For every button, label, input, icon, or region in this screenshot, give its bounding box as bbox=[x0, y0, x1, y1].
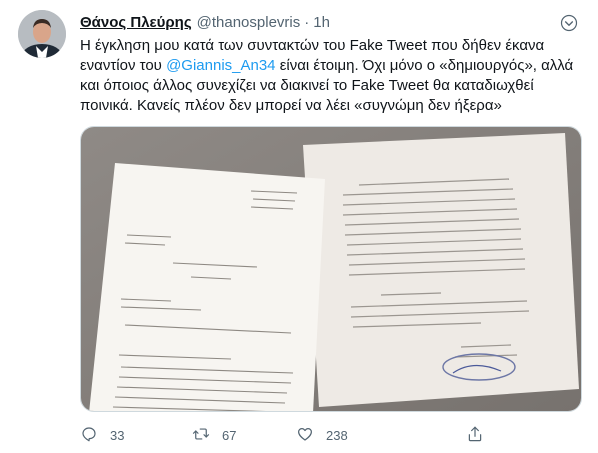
like-icon bbox=[296, 425, 314, 446]
mention-link[interactable]: @Giannis_An34 bbox=[166, 57, 275, 74]
retweet-count: 67 bbox=[222, 427, 237, 443]
retweet-button[interactable]: 67 bbox=[192, 424, 236, 446]
tweet[interactable]: Θάνος Πλεύρης @thanosplevris · 1h Η έγκλ… bbox=[0, 0, 598, 453]
retweet-icon bbox=[192, 425, 210, 446]
user-handle[interactable]: @thanosplevris bbox=[197, 14, 301, 31]
document-left bbox=[89, 163, 325, 411]
tweet-media-photo[interactable] bbox=[80, 126, 582, 412]
like-count: 238 bbox=[326, 427, 348, 443]
like-button[interactable]: 238 bbox=[296, 424, 348, 446]
reply-count: 33 bbox=[110, 427, 125, 443]
document-right bbox=[303, 133, 579, 407]
avatar-image bbox=[18, 10, 66, 58]
timestamp[interactable]: 1h bbox=[313, 14, 330, 31]
document-photo bbox=[81, 127, 581, 411]
tweet-text: Η έγκληση μου κατά των συντακτών του Fak… bbox=[80, 36, 590, 116]
separator-dot: · bbox=[304, 13, 310, 31]
share-button[interactable] bbox=[466, 424, 484, 446]
share-icon bbox=[466, 425, 484, 446]
display-name[interactable]: Θάνος Πλεύρης bbox=[80, 14, 192, 31]
more-icon[interactable] bbox=[560, 14, 578, 32]
tweet-actions: 33 67 238 bbox=[80, 424, 500, 446]
avatar[interactable] bbox=[18, 10, 66, 58]
tweet-header: Θάνος Πλεύρης @thanosplevris · 1h bbox=[80, 12, 330, 32]
reply-button[interactable]: 33 bbox=[80, 424, 124, 446]
reply-icon bbox=[80, 425, 98, 446]
